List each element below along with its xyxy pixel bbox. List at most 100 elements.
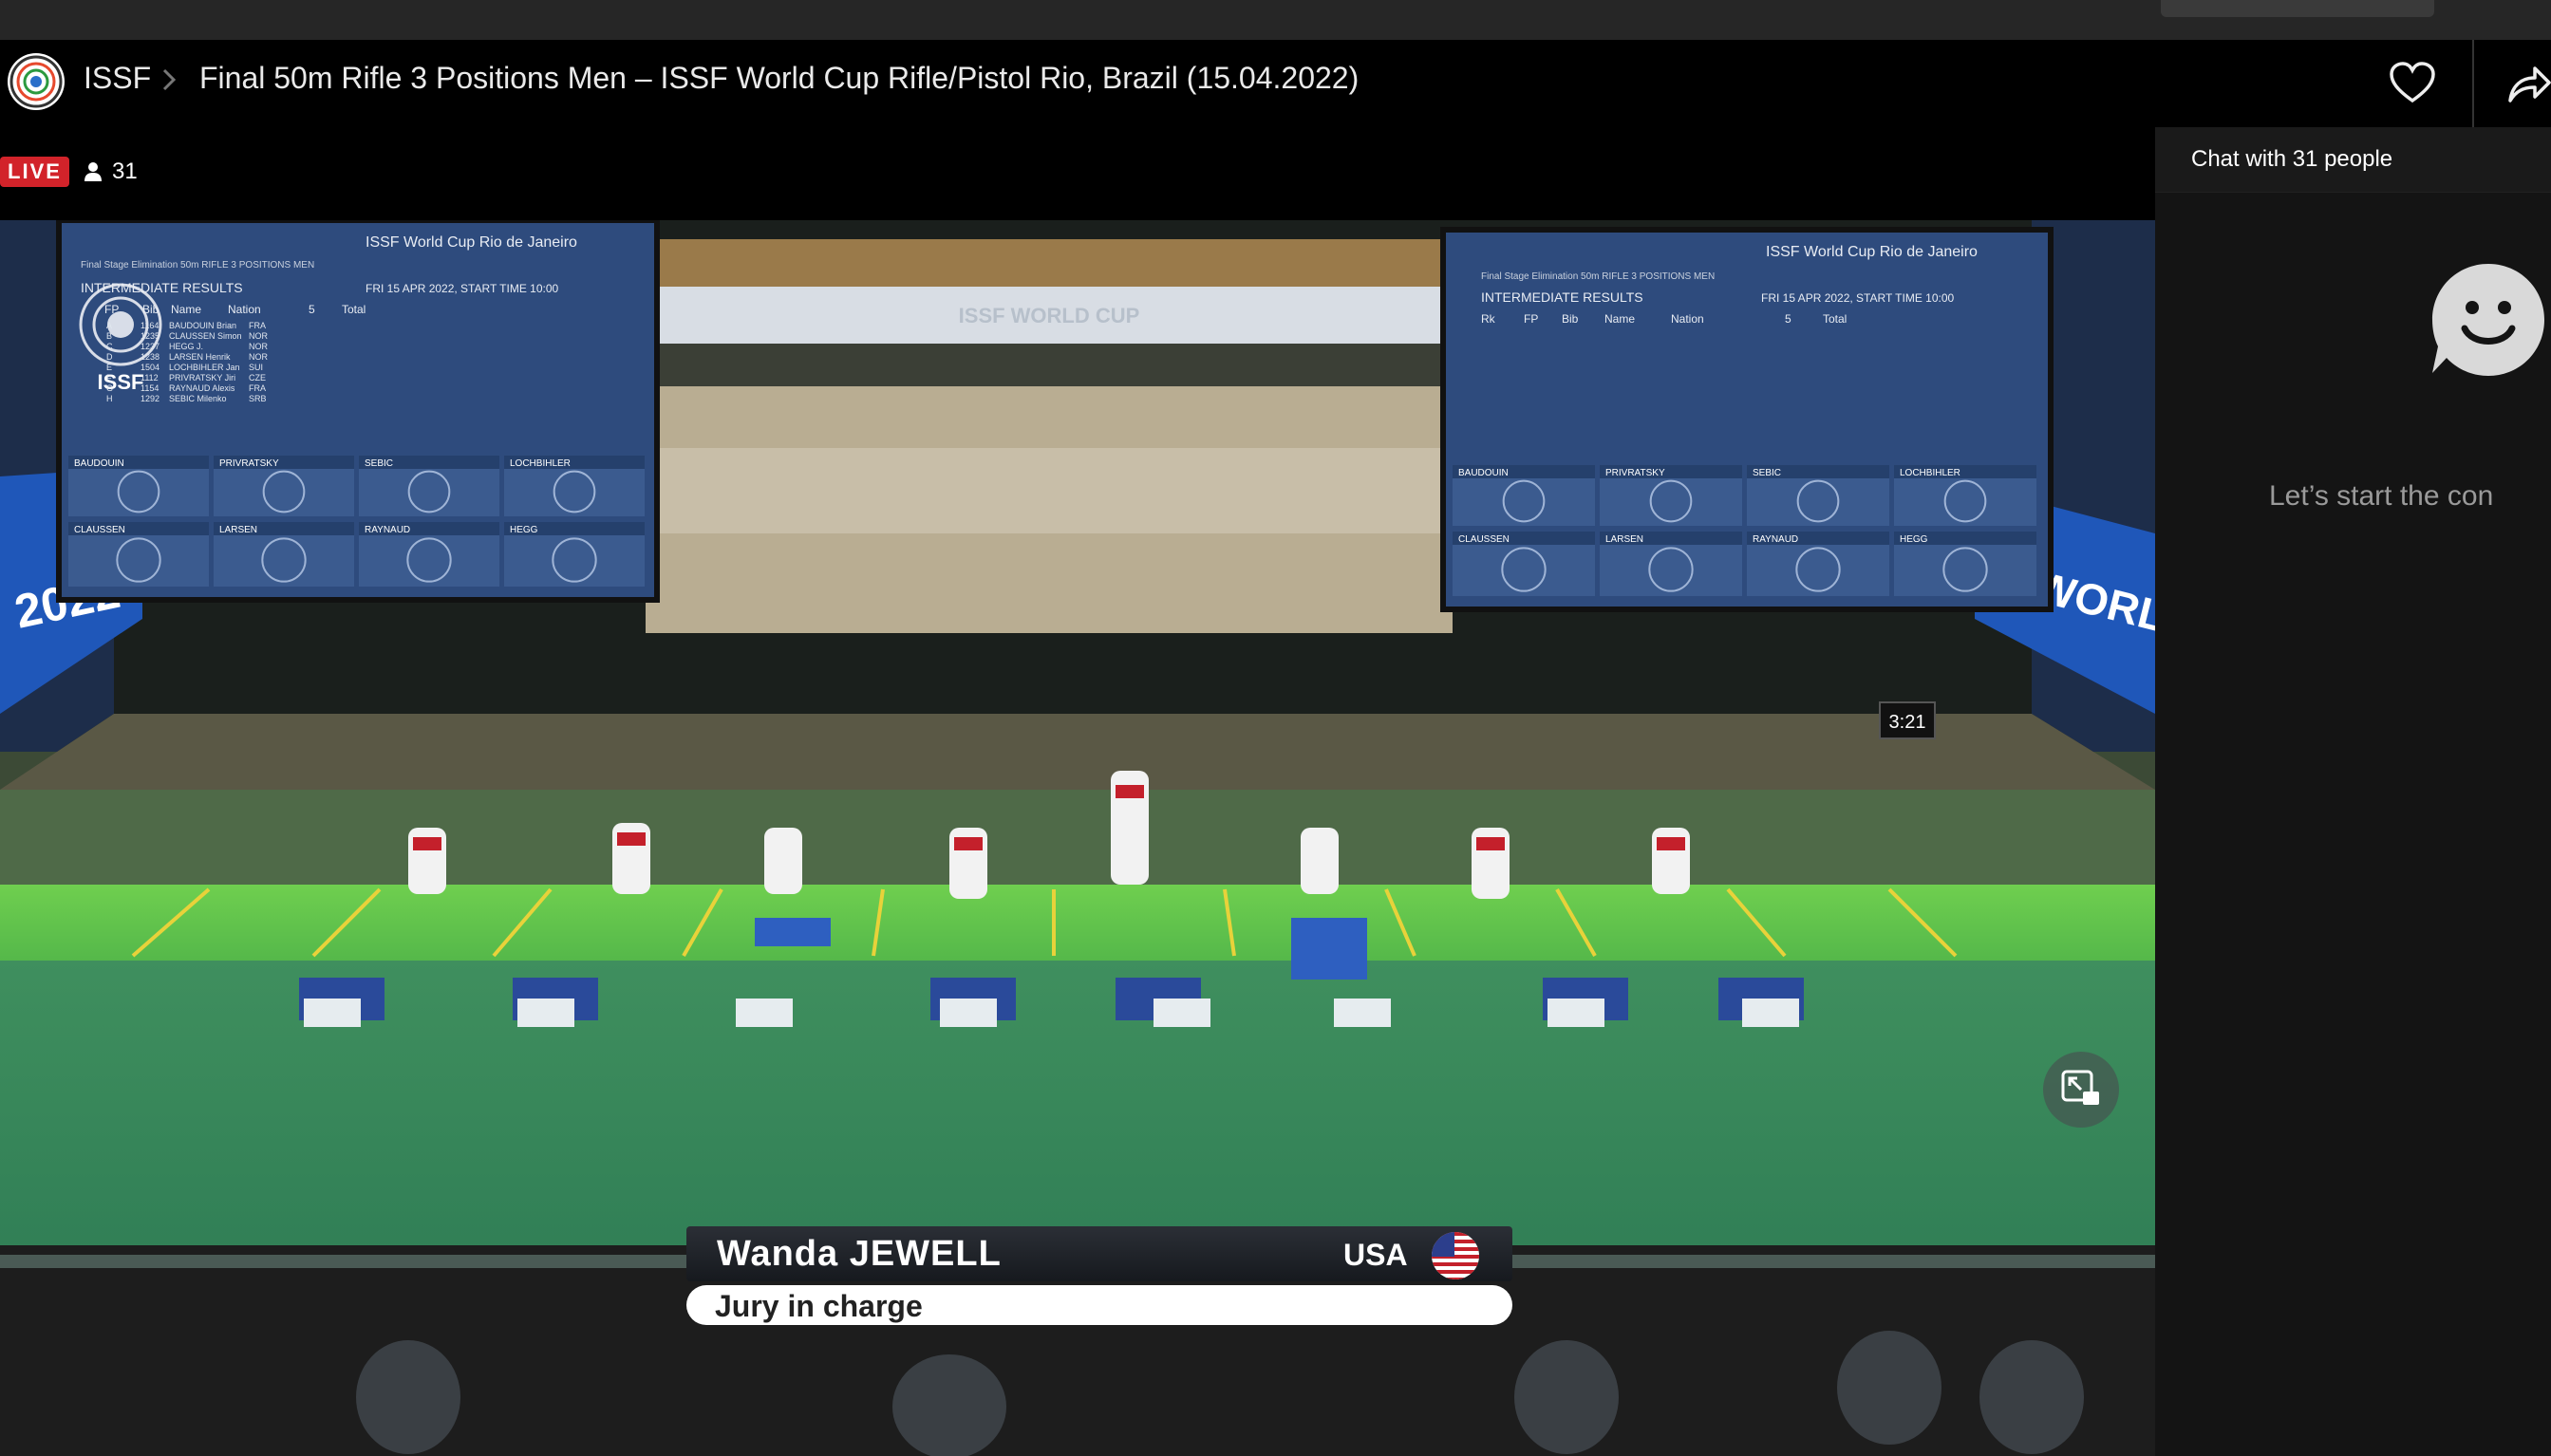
stream-title: Final 50m Rifle 3 Positions Men – ISSF W… [199,61,1360,95]
left-board-stage: Final Stage Elimination 50m RIFLE 3 POSI… [81,260,314,271]
target-athlete-label: PRIVRATSKY [1605,468,1665,478]
athlete-lower-third: Wanda JEWELL USA Jury in charge [686,1226,1512,1340]
live-badge: LIVE [0,157,69,187]
right-board-event: ISSF World Cup Rio de Janeiro [1766,244,1978,260]
board-column-header: Bib [1562,312,1579,326]
right-scoreboard: ISSF World Cup Rio de Janeiro Final Stag… [1440,227,2054,612]
target-athlete-label: LARSEN [1605,534,1643,545]
board-column-header: Name [1604,312,1635,326]
usa-flag-icon [1432,1232,1479,1279]
board-logo-text: ISSF [98,370,144,394]
board-column-header: FP [1524,312,1538,326]
board-column-header: Name [171,303,201,316]
target-athlete-label: PRIVRATSKY [219,458,279,469]
athlete-nation: USA [1343,1238,1408,1272]
board-row-fp: H [106,394,113,403]
range-clock: 3:21 [1889,712,1926,733]
board-row-name: CLAUSSEN Simon [169,331,242,341]
target-athlete-label: CLAUSSEN [74,525,125,535]
channel-name-link[interactable]: ISSF [84,61,151,96]
board-row-fp: G [106,383,113,393]
target-athlete-label: RAYNAUD [365,525,410,535]
exit-fullscreen-icon [2061,1070,2099,1105]
board-row-bib: 1237 [141,342,159,351]
board-row-fp: B [106,331,112,341]
chat-title: Chat with 31 people [2191,146,2393,172]
board-row-name: BAUDOUIN Brian [169,321,236,330]
board-row-name: PRIVRATSKY Jiri [169,373,235,383]
right-board-date: FRI 15 APR 2022, START TIME 10:00 [1761,291,1955,305]
target-athlete-label: BAUDOUIN [74,458,124,469]
browser-top-strip [0,0,2551,40]
board-row-name: LARSEN Henrik [169,352,231,362]
target-athlete-label: LOCHBIHLER [1900,468,1960,478]
heart-icon[interactable] [2389,61,2436,104]
board-row-nation: NOR [249,352,269,362]
board-row-nation: SUI [249,363,263,372]
video-player[interactable]: LIVE 31 ISSF WORLD CUP WORLD 3:21 ISSF I… [0,127,2155,1456]
header-divider [2472,40,2474,127]
board-row-fp: D [106,352,113,362]
target-athlete-label: CLAUSSEN [1458,534,1510,545]
smiley-icon [2432,264,2544,376]
target-athlete-label: RAYNAUD [1753,534,1798,545]
top-search-field[interactable] [2161,0,2434,17]
target-athlete-label: BAUDOUIN [1458,468,1509,478]
issf-logo-icon[interactable] [8,53,65,110]
board-row-bib: 1154 [141,383,159,393]
status-text: Jury in charge [715,1289,923,1323]
board-row-nation: SRB [249,394,267,403]
viewer-count: 31 [84,158,138,186]
board-row-nation: NOR [249,342,269,351]
board-column-header: 5 [1785,312,1791,326]
board-row-bib: 1164 [141,321,159,330]
target-athlete-label: HEGG [510,525,538,535]
chat-empty-state: Let’s start the con [2269,480,2494,512]
person-icon [84,162,102,181]
right-board-section: INTERMEDIATE RESULTS [1481,289,1643,305]
board-column-header: Rk [1481,312,1496,326]
left-board-section: INTERMEDIATE RESULTS [81,280,243,295]
hall-banner: ISSF WORLD CUP [959,304,1140,327]
board-row-nation: CZE [249,373,266,383]
board-column-header: 5 [309,303,315,316]
board-row-fp: E [106,363,112,372]
board-row-fp: A [106,321,112,330]
stream-header: ISSF Final 50m Rifle 3 Positions Men – I… [0,40,2551,128]
target-athlete-label: SEBIC [1753,468,1781,478]
board-column-header: Total [1823,312,1847,326]
board-row-bib: 1112 [141,373,159,383]
chevron-right-icon [162,68,177,91]
board-row-name: HEGG J. [169,342,203,351]
target-athlete-label: SEBIC [365,458,393,469]
board-row-bib: 1235 [141,331,159,341]
board-row-name: SEBIC Milenko [169,394,227,403]
share-icon[interactable] [2506,63,2551,104]
chat-panel: Chat with 31 people Let’s start the con [2155,127,2551,1456]
board-column-header: Nation [228,303,261,316]
left-board-date: FRI 15 APR 2022, START TIME 10:00 [366,282,559,295]
board-row-bib: 1292 [141,394,159,403]
status-bar: Jury in charge [686,1285,1512,1325]
board-row-name: LOCHBIHLER Jan [169,363,240,372]
board-row-fp: F [106,373,112,383]
board-column-header: Nation [1671,312,1704,326]
board-row-name: RAYNAUD Alexis [169,383,235,393]
board-row-nation: FRA [249,383,266,393]
board-row-fp: C [106,342,113,351]
athlete-name: Wanda JEWELL [717,1234,1002,1274]
target-athlete-label: LOCHBIHLER [510,458,571,469]
exit-fullscreen-button[interactable] [2043,1052,2119,1128]
left-scoreboard: ISSF ISSF World Cup Rio de Janeiro Final… [56,220,660,603]
board-row-nation: NOR [249,331,269,341]
board-row-nation: FRA [249,321,266,330]
board-row-bib: 1504 [141,363,159,372]
viewer-count-value: 31 [112,159,138,184]
board-column-header: Total [342,303,366,316]
chat-header: Chat with 31 people [2155,127,2551,193]
left-board-event: ISSF World Cup Rio de Janeiro [366,234,577,251]
right-board-stage: Final Stage Elimination 50m RIFLE 3 POSI… [1481,271,1715,282]
target-athlete-label: LARSEN [219,525,257,535]
board-row-bib: 1238 [141,352,159,362]
target-athlete-label: HEGG [1900,534,1928,545]
